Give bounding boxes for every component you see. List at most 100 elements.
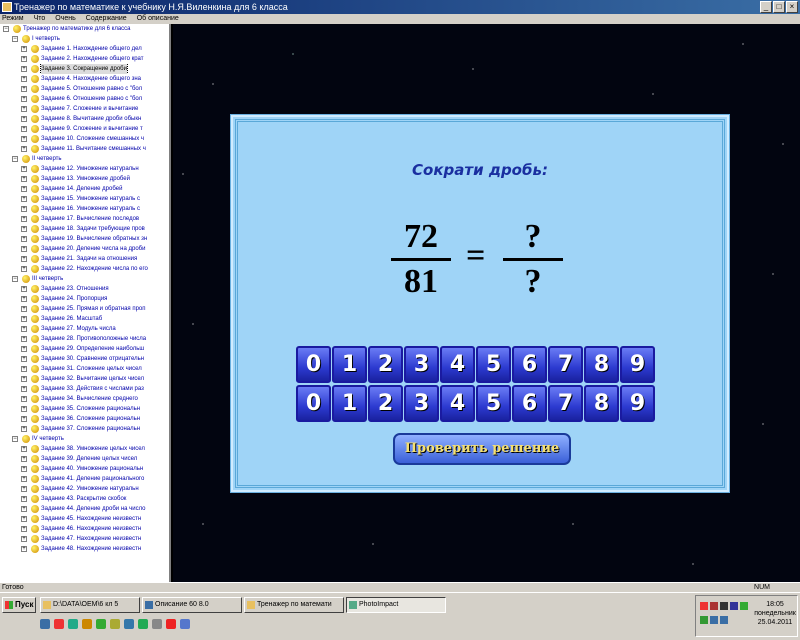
expand-icon[interactable]: + <box>21 406 27 412</box>
expand-icon[interactable]: + <box>21 366 27 372</box>
numerator-digit-key-1[interactable]: 1 <box>332 346 367 383</box>
denominator-digit-key-7[interactable]: 7 <box>548 385 583 422</box>
explorer-icon[interactable] <box>82 619 92 629</box>
tree-task-item[interactable]: + Задание 35. Сложение рациональн <box>0 404 169 414</box>
tree-task-item[interactable]: + Задание 29. Определение наибольш <box>0 344 169 354</box>
check-answer-button[interactable]: Проверить решение <box>393 433 571 465</box>
tree-task-item[interactable]: + Задание 14. Деление дробей <box>0 184 169 194</box>
tree-task-item[interactable]: + Задание 41. Деление рационального <box>0 474 169 484</box>
tree-task-item[interactable]: + Задание 26. Масштаб <box>0 314 169 324</box>
tray-app-icon[interactable] <box>730 602 738 610</box>
tree-task-item[interactable]: + Задание 44. Деление дроби на число <box>0 504 169 514</box>
expand-icon[interactable]: + <box>21 136 27 142</box>
denominator-digit-key-0[interactable]: 0 <box>296 385 331 422</box>
tree-task-item[interactable]: + Задание 5. Отношение равно с "бол <box>0 84 169 94</box>
expand-icon[interactable]: + <box>21 166 27 172</box>
tree-task-item[interactable]: + Задание 6. Отношение равно с "бол <box>0 94 169 104</box>
tree-task-item[interactable]: + Задание 1. Нахождение общего дел <box>0 44 169 54</box>
answer-numerator[interactable]: ? <box>503 217 563 257</box>
expand-icon[interactable]: + <box>21 466 27 472</box>
numerator-digit-key-3[interactable]: 3 <box>404 346 439 383</box>
tree-task-item[interactable]: + Задание 39. Деление целых чисел <box>0 454 169 464</box>
tree-task-item[interactable]: + Задание 48. Нахождение неизвестн <box>0 544 169 554</box>
collapse-icon[interactable]: − <box>12 156 18 162</box>
numerator-digit-key-4[interactable]: 4 <box>440 346 475 383</box>
expand-icon[interactable]: + <box>21 106 27 112</box>
tree-task-item[interactable]: + Задание 7. Сложение и вычитание <box>0 104 169 114</box>
expand-icon[interactable]: + <box>21 256 27 262</box>
expand-icon[interactable]: + <box>21 236 27 242</box>
antivirus-icon[interactable] <box>700 602 708 610</box>
expand-icon[interactable]: + <box>21 76 27 82</box>
internet-icon[interactable] <box>180 619 190 629</box>
tree-task-item[interactable]: + Задание 32. Вычитание целых чисел <box>0 374 169 384</box>
tree-task-item[interactable]: + Задание 31. Сложение целых чисел <box>0 364 169 374</box>
expand-icon[interactable]: + <box>21 176 27 182</box>
opera-icon[interactable] <box>54 619 64 629</box>
expand-icon[interactable]: + <box>21 216 27 222</box>
expand-icon[interactable]: + <box>21 476 27 482</box>
expand-icon[interactable]: + <box>21 46 27 52</box>
language-icon[interactable] <box>720 616 728 624</box>
expand-icon[interactable]: + <box>21 536 27 542</box>
tree-task-item[interactable]: + Задание 42. Умножение натуральн <box>0 484 169 494</box>
expand-icon[interactable]: + <box>21 146 27 152</box>
tree-task-item[interactable]: + Задание 17. Вычисление последов <box>0 214 169 224</box>
tree-quarter[interactable]: − IV четверть <box>0 434 169 444</box>
tree-task-item[interactable]: + Задание 13. Умножение дробей <box>0 174 169 184</box>
expand-icon[interactable]: + <box>21 316 27 322</box>
expand-icon[interactable]: + <box>21 66 27 72</box>
denominator-digit-key-2[interactable]: 2 <box>368 385 403 422</box>
taskbar-button-photoimpact[interactable]: PhotoImpact <box>346 597 446 613</box>
taskbar-button-folder[interactable]: D:\DATA\ОЕМ\6 кл 5 <box>40 597 140 613</box>
expand-icon[interactable]: + <box>21 416 27 422</box>
expand-icon[interactable]: + <box>21 356 27 362</box>
tree-task-item[interactable]: + Задание 36. Сложение рациональн <box>0 414 169 424</box>
expand-icon[interactable]: + <box>21 116 27 122</box>
menu-item-very[interactable]: Очень <box>55 14 76 24</box>
taskbar-button-document[interactable]: Описание 60 8.0 <box>142 597 242 613</box>
expand-icon[interactable]: + <box>21 386 27 392</box>
expand-icon[interactable]: + <box>21 376 27 382</box>
tree-task-item[interactable]: + Задание 43. Раскрытие скобок <box>0 494 169 504</box>
tree-task-item[interactable]: + Задание 22. Нахождение числа по его <box>0 264 169 274</box>
tree-root[interactable]: − Тренажер по математике для 6 класса <box>0 24 169 34</box>
tree-task-item[interactable]: + Задание 18. Задачи требующие пров <box>0 224 169 234</box>
tree-task-item[interactable]: + Задание 9. Сложение и вычитание т <box>0 124 169 134</box>
tree-task-item[interactable]: + Задание 16. Умножение натураль с <box>0 204 169 214</box>
tree-task-item[interactable]: + Задание 30. Сравнение отрицательн <box>0 354 169 364</box>
menu-item-contents[interactable]: Содержание <box>86 14 127 24</box>
tree-task-item[interactable]: + Задание 27. Модуль числа <box>0 324 169 334</box>
minimize-button[interactable]: _ <box>760 1 772 13</box>
tools-icon[interactable] <box>110 619 120 629</box>
tree-task-item[interactable]: + Задание 33. Действия с числами раз <box>0 384 169 394</box>
settings-icon[interactable] <box>152 619 162 629</box>
tree-task-item[interactable]: + Задание 25. Прямая и обратная проп <box>0 304 169 314</box>
tree-quarter[interactable]: − I четверть <box>0 34 169 44</box>
desktop-icon[interactable] <box>40 619 50 629</box>
tree-task-item[interactable]: + Задание 15. Умножение натураль с <box>0 194 169 204</box>
menu-item-what[interactable]: Что <box>34 14 46 24</box>
clock[interactable]: 18:05 понедельник 25.04.2011 <box>754 600 796 627</box>
expand-icon[interactable]: + <box>21 496 27 502</box>
expand-icon[interactable]: + <box>21 506 27 512</box>
tree-task-item[interactable]: + Задание 10. Сложение смешанных ч <box>0 134 169 144</box>
numerator-digit-key-8[interactable]: 8 <box>584 346 619 383</box>
tree-task-item[interactable]: + Задание 45. Нахождение неизвестн <box>0 514 169 524</box>
mail-icon[interactable] <box>68 619 78 629</box>
collapse-icon[interactable]: − <box>12 276 18 282</box>
expand-icon[interactable]: + <box>21 426 27 432</box>
tree-task-item[interactable]: + Задание 46. Нахождение неизвестн <box>0 524 169 534</box>
tray-app-icon[interactable] <box>710 616 718 624</box>
tree-task-item[interactable]: + Задание 34. Вычисление среднего <box>0 394 169 404</box>
denominator-digit-key-1[interactable]: 1 <box>332 385 367 422</box>
expand-icon[interactable]: + <box>21 186 27 192</box>
tree-task-item[interactable]: + Задание 2. Нахождение общего крат <box>0 54 169 64</box>
expand-icon[interactable]: + <box>21 526 27 532</box>
expand-icon[interactable]: + <box>21 446 27 452</box>
opera-browser-icon[interactable] <box>166 619 176 629</box>
expand-icon[interactable]: + <box>21 336 27 342</box>
expand-icon[interactable]: + <box>21 546 27 552</box>
expand-icon[interactable]: + <box>21 286 27 292</box>
expand-icon[interactable]: + <box>21 86 27 92</box>
